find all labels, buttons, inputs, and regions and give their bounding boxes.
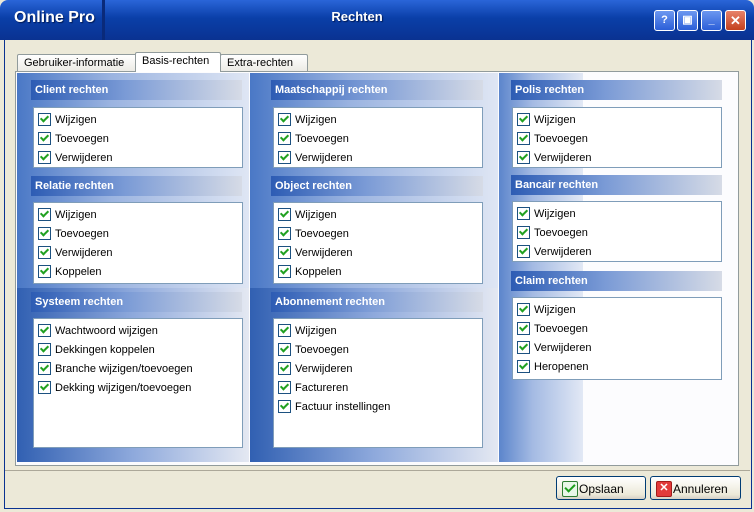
checkbox-checked-icon[interactable] <box>517 322 530 335</box>
checkbox-object-koppelen[interactable]: Koppelen <box>274 263 482 282</box>
checkbox-checked-icon[interactable] <box>278 265 291 278</box>
checkbox-relatie-verwijderen[interactable]: Verwijderen <box>34 244 242 263</box>
section-object: Wijzigen Toevoegen Verwijderen Koppelen <box>273 202 483 284</box>
checkbox-checked-icon[interactable] <box>278 324 291 337</box>
section-abonnement: Wijzigen Toevoegen Verwijderen Facturere… <box>273 318 483 448</box>
section-claim: Wijzigen Toevoegen Verwijderen Heropenen <box>512 297 722 380</box>
checkbox-checked-icon[interactable] <box>517 132 530 145</box>
checkbox-object-toevoegen[interactable]: Toevoegen <box>274 225 482 244</box>
checkbox-abonnement-toevoegen[interactable]: Toevoegen <box>274 341 482 360</box>
section-title-relatie: Relatie rechten <box>31 176 242 196</box>
title-bar: Online Pro Rechten ? ▣ _ ✕ <box>0 0 754 40</box>
checkbox-relatie-wijzigen[interactable]: Wijzigen <box>34 206 242 225</box>
section-title-polis: Polis rechten <box>511 80 722 100</box>
checkbox-checked-icon[interactable] <box>278 400 291 413</box>
checkbox-checked-icon[interactable] <box>38 362 51 375</box>
checkbox-checked-icon[interactable] <box>517 303 530 316</box>
checkmark-icon <box>562 481 578 497</box>
cancel-button-label: Annuleren <box>673 482 728 496</box>
checkbox-abonnement-factureren[interactable]: Factureren <box>274 379 482 398</box>
checkbox-checked-icon[interactable] <box>278 227 291 240</box>
save-button-label: Opslaan <box>579 482 624 496</box>
section-title-bancair: Bancair rechten <box>511 175 722 195</box>
section-title-claim: Claim rechten <box>511 271 722 291</box>
section-title-object: Object rechten <box>271 176 483 196</box>
checkbox-claim-toevoegen[interactable]: Toevoegen <box>513 320 721 339</box>
restore-icon[interactable]: ▣ <box>677 10 698 31</box>
window-title: Rechten <box>331 9 383 24</box>
checkbox-checked-icon[interactable] <box>38 151 51 164</box>
checkbox-checked-icon[interactable] <box>517 113 530 126</box>
checkbox-checked-icon[interactable] <box>38 113 51 126</box>
checkbox-bancair-wijzigen[interactable]: Wijzigen <box>513 205 721 224</box>
checkbox-claim-wijzigen[interactable]: Wijzigen <box>513 301 721 320</box>
checkbox-systeem-wachtwoord[interactable]: Wachtwoord wijzigen <box>34 322 242 341</box>
checkbox-relatie-toevoegen[interactable]: Toevoegen <box>34 225 242 244</box>
checkbox-client-verwijderen[interactable]: Verwijderen <box>34 149 242 168</box>
checkbox-systeem-branche[interactable]: Branche wijzigen/toevoegen <box>34 360 242 379</box>
checkbox-checked-icon[interactable] <box>38 381 51 394</box>
checkbox-systeem-dekkingen[interactable]: Dekkingen koppelen <box>34 341 242 360</box>
checkbox-systeem-dekking[interactable]: Dekking wijzigen/toevoegen <box>34 379 242 398</box>
checkbox-checked-icon[interactable] <box>38 227 51 240</box>
checkbox-checked-icon[interactable] <box>38 324 51 337</box>
checkbox-client-wijzigen[interactable]: Wijzigen <box>34 111 242 130</box>
checkbox-checked-icon[interactable] <box>278 132 291 145</box>
cancel-button[interactable]: ✕ Annuleren <box>650 476 741 500</box>
checkbox-abonnement-wijzigen[interactable]: Wijzigen <box>274 322 482 341</box>
checkbox-maatschappij-toevoegen[interactable]: Toevoegen <box>274 130 482 149</box>
checkbox-checked-icon[interactable] <box>517 207 530 220</box>
checkbox-checked-icon[interactable] <box>278 208 291 221</box>
checkbox-abonnement-verwijderen[interactable]: Verwijderen <box>274 360 482 379</box>
section-bancair: Wijzigen Toevoegen Verwijderen <box>512 201 722 262</box>
save-button[interactable]: Opslaan <box>556 476 646 500</box>
checkbox-checked-icon[interactable] <box>278 381 291 394</box>
section-client: Wijzigen Toevoegen Verwijderen <box>33 107 243 168</box>
checkbox-checked-icon[interactable] <box>38 208 51 221</box>
checkbox-object-wijzigen[interactable]: Wijzigen <box>274 206 482 225</box>
checkbox-checked-icon[interactable] <box>517 341 530 354</box>
section-title-maatschappij: Maatschappij rechten <box>271 80 483 100</box>
section-relatie: Wijzigen Toevoegen Verwijderen Koppelen <box>33 202 243 284</box>
checkbox-client-toevoegen[interactable]: Toevoegen <box>34 130 242 149</box>
checkbox-polis-wijzigen[interactable]: Wijzigen <box>513 111 721 130</box>
minimize-icon[interactable]: _ <box>701 10 722 31</box>
tab-extra-rechten[interactable]: Extra-rechten <box>220 54 308 71</box>
cancel-x-icon: ✕ <box>656 481 672 497</box>
checkbox-claim-verwijderen[interactable]: Verwijderen <box>513 339 721 358</box>
close-icon[interactable]: ✕ <box>725 10 746 31</box>
checkbox-checked-icon[interactable] <box>517 151 530 164</box>
checkbox-maatschappij-wijzigen[interactable]: Wijzigen <box>274 111 482 130</box>
section-title-abonnement: Abonnement rechten <box>271 292 483 312</box>
section-maatschappij: Wijzigen Toevoegen Verwijderen <box>273 107 483 168</box>
checkbox-checked-icon[interactable] <box>278 246 291 259</box>
section-systeem: Wachtwoord wijzigen Dekkingen koppelen B… <box>33 318 243 448</box>
checkbox-claim-heropenen[interactable]: Heropenen <box>513 358 721 377</box>
checkbox-polis-verwijderen[interactable]: Verwijderen <box>513 149 721 168</box>
checkbox-checked-icon[interactable] <box>38 246 51 259</box>
section-title-systeem: Systeem rechten <box>31 292 242 312</box>
tab-basis-rechten[interactable]: Basis-rechten <box>135 52 221 72</box>
tab-gebruiker-informatie[interactable]: Gebruiker-informatie <box>17 54 139 71</box>
section-title-client: Client rechten <box>31 80 242 100</box>
checkbox-checked-icon[interactable] <box>38 132 51 145</box>
checkbox-checked-icon[interactable] <box>278 151 291 164</box>
checkbox-abonnement-factuur-instellingen[interactable]: Factuur instellingen <box>274 398 482 417</box>
checkbox-checked-icon[interactable] <box>38 265 51 278</box>
checkbox-bancair-toevoegen[interactable]: Toevoegen <box>513 224 721 243</box>
checkbox-bancair-verwijderen[interactable]: Verwijderen <box>513 243 721 262</box>
checkbox-relatie-koppelen[interactable]: Koppelen <box>34 263 242 282</box>
checkbox-checked-icon[interactable] <box>517 245 530 258</box>
checkbox-checked-icon[interactable] <box>278 343 291 356</box>
checkbox-checked-icon[interactable] <box>517 360 530 373</box>
checkbox-checked-icon[interactable] <box>517 226 530 239</box>
checkbox-polis-toevoegen[interactable]: Toevoegen <box>513 130 721 149</box>
section-polis: Wijzigen Toevoegen Verwijderen <box>512 107 722 168</box>
checkbox-object-verwijderen[interactable]: Verwijderen <box>274 244 482 263</box>
checkbox-maatschappij-verwijderen[interactable]: Verwijderen <box>274 149 482 168</box>
checkbox-checked-icon[interactable] <box>278 362 291 375</box>
help-icon[interactable]: ? <box>654 10 675 31</box>
checkbox-checked-icon[interactable] <box>38 343 51 356</box>
checkbox-checked-icon[interactable] <box>278 113 291 126</box>
